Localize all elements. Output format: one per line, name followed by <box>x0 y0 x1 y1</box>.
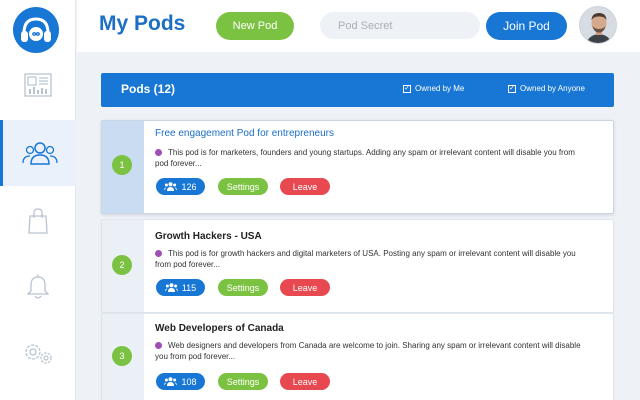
members-count: 108 <box>181 376 197 387</box>
pod-name[interactable]: Web Developers of Canada <box>155 323 284 334</box>
members-count-button[interactable]: 108 <box>156 373 205 390</box>
pod-status-dot <box>155 342 162 349</box>
pod-number-column: 1 <box>102 121 144 213</box>
user-avatar[interactable] <box>579 6 617 44</box>
pod-number-column: 2 <box>102 220 144 312</box>
sidebar-item-settings[interactable] <box>0 320 76 386</box>
filter-owned-by-anyone-label: Owned by Anyone <box>520 84 585 93</box>
pod-settings-button[interactable]: Settings <box>218 178 268 195</box>
pod-description: Web designers and developers from Canada… <box>155 340 585 362</box>
pod-description-text: This pod is for marketers, founders and … <box>155 148 575 168</box>
members-count-button[interactable]: 115 <box>156 279 205 296</box>
users-icon <box>164 182 178 191</box>
pod-number-column: 3 <box>102 314 144 400</box>
pods-count-title: Pods (12) <box>121 82 176 96</box>
sidebar-item-notifications[interactable] <box>0 254 76 320</box>
checkbox-checked-icon[interactable]: ✓ <box>403 84 411 93</box>
pod-card[interactable]: 1 Free engagement Pod for entrepreneurs … <box>101 120 614 214</box>
pod-name[interactable]: Growth Hackers - USA <box>155 231 262 242</box>
pod-description: This pod is for marketers, founders and … <box>155 147 585 169</box>
pod-number-badge: 1 <box>112 155 132 175</box>
pod-description: This pod is for growth hackers and digit… <box>155 248 585 270</box>
pod-card[interactable]: 3 Web Developers of Canada Web designers… <box>101 313 614 400</box>
users-icon <box>164 377 178 386</box>
sidebar-item-pods[interactable] <box>0 120 76 186</box>
pod-leave-button[interactable]: Leave <box>280 178 330 195</box>
pod-settings-button[interactable]: Settings <box>218 373 268 390</box>
page-title: My Pods <box>99 12 186 35</box>
users-icon <box>21 142 58 165</box>
user-photo <box>580 7 616 43</box>
filter-owned-by-anyone[interactable]: ✓ Owned by Anyone <box>508 84 585 93</box>
dashboard-icon <box>24 73 52 97</box>
sidebar <box>0 0 76 400</box>
headphones-logo-icon <box>21 17 51 42</box>
pod-number-badge: 3 <box>112 346 132 366</box>
filter-owned-by-me-label: Owned by Me <box>415 84 465 93</box>
bell-icon <box>27 274 49 299</box>
sidebar-item-shop[interactable] <box>0 188 76 254</box>
sidebar-item-dashboard[interactable] <box>0 52 76 118</box>
top-header: My Pods New Pod Join Pod <box>77 0 640 52</box>
pod-description-text: This pod is for growth hackers and digit… <box>155 249 576 269</box>
pod-secret-input[interactable] <box>320 12 480 39</box>
pod-status-dot <box>155 149 162 156</box>
pod-card[interactable]: 2 Growth Hackers - USA This pod is for g… <box>101 219 614 313</box>
shopping-bag-icon <box>28 208 48 234</box>
new-pod-button[interactable]: New Pod <box>216 12 294 40</box>
pod-name[interactable]: Free engagement Pod for entrepreneurs <box>155 128 334 139</box>
pod-description-text: Web designers and developers from Canada… <box>155 341 581 361</box>
app-logo[interactable] <box>13 7 59 53</box>
pod-leave-button[interactable]: Leave <box>280 373 330 390</box>
members-count: 115 <box>181 282 197 293</box>
filter-owned-by-me[interactable]: ✓ Owned by Me <box>403 84 464 93</box>
pod-status-dot <box>155 250 162 257</box>
members-count-button[interactable]: 126 <box>156 178 205 195</box>
join-pod-button[interactable]: Join Pod <box>486 12 567 40</box>
pod-leave-button[interactable]: Leave <box>280 279 330 296</box>
pods-header-bar: Pods (12) ✓ Owned by Me ✓ Owned by Anyon… <box>101 73 614 107</box>
members-count: 126 <box>181 181 197 192</box>
pod-settings-button[interactable]: Settings <box>218 279 268 296</box>
users-icon <box>164 283 178 292</box>
pod-number-badge: 2 <box>112 255 132 275</box>
gears-icon <box>25 344 52 364</box>
checkbox-checked-icon[interactable]: ✓ <box>508 84 516 93</box>
